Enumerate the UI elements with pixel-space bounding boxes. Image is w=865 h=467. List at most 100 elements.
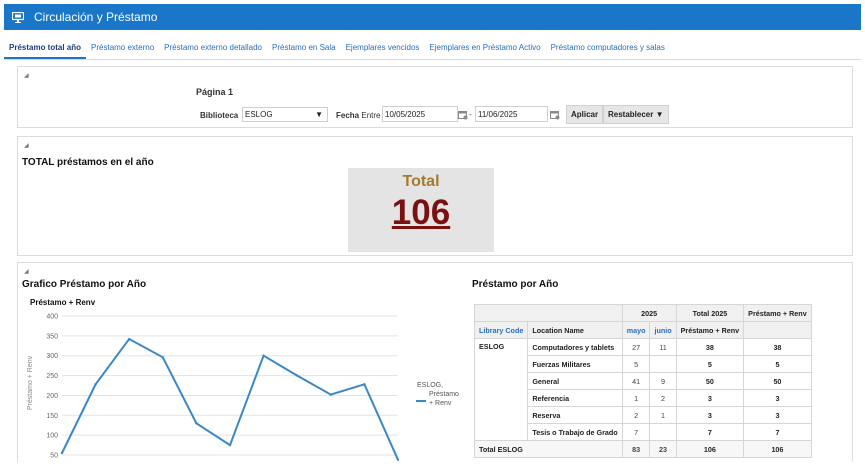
kpi-value[interactable]: 106 [348, 193, 494, 233]
cell-total: 3 [675, 406, 745, 424]
y-tick-label: 100 [46, 433, 58, 440]
pivot-table: 2025 Total 2025 Préstamo + Renv Library … [473, 304, 812, 458]
chevron-down-icon: ▼ [315, 110, 323, 119]
cell-measure: 50 [743, 372, 812, 390]
data-point[interactable] [128, 337, 131, 341]
data-point[interactable] [195, 422, 198, 425]
tab-prestamo-total-ano[interactable]: Préstamo total año [4, 40, 87, 59]
cell-mayo: 5 [621, 355, 651, 373]
cell-measure: 3 [743, 389, 812, 407]
apply-button[interactable]: Aplicar [566, 105, 604, 124]
kpi-tile: Total 106 [348, 168, 494, 252]
page-label: Página 1 [196, 87, 234, 97]
cell-mayo: 7 [621, 423, 651, 441]
library-select[interactable]: ESLOG ▼ [242, 107, 328, 122]
y-tick-label: 150 [46, 413, 58, 420]
line-chart: 40035030025020015010050 Préstamo + Renv … [27, 314, 459, 461]
date-to-input[interactable]: 11/06/2025 [475, 106, 548, 122]
total-year-header: Total 2025 [675, 304, 745, 322]
pivot-corner [474, 304, 623, 322]
cell-measure: 38 [743, 338, 812, 356]
total-mayo: 83 [621, 440, 651, 458]
y-tick-label: 200 [46, 393, 58, 400]
app-titlebar: Circulación y Préstamo [4, 4, 861, 30]
cell-junio: 9 [649, 372, 677, 390]
calendar-icon[interactable] [550, 110, 560, 120]
legend-label-2: Préstamo [429, 391, 459, 398]
cell-measure: 5 [743, 355, 812, 373]
tab-prestamo-externo-detallado[interactable]: Préstamo externo detallado [159, 40, 267, 59]
cell-junio: 2 [649, 389, 677, 407]
month-header-junio[interactable]: junio [649, 321, 677, 339]
tab-prestamo-en-sala[interactable]: Préstamo en Sala [267, 40, 341, 59]
location-cell: Reserva [527, 406, 623, 424]
location-cell: Computadores y tablets [527, 338, 623, 356]
library-value: ESLOG [245, 110, 273, 119]
library-code-header[interactable]: Library Code [473, 321, 529, 339]
y-tick-label: 250 [46, 373, 58, 380]
data-point[interactable] [296, 374, 299, 377]
cell-mayo: 2 [621, 406, 651, 424]
tab-ejemplares-vencidos[interactable]: Ejemplares vencidos [341, 40, 425, 59]
location-cell: Referencia [527, 389, 623, 407]
data-point[interactable] [228, 443, 232, 447]
data-point[interactable] [329, 393, 332, 396]
cell-total: 38 [675, 338, 745, 356]
data-point[interactable] [363, 383, 366, 386]
y-tick-label: 50 [50, 453, 58, 460]
cell-measure: 7 [743, 423, 812, 441]
y-tick-label: 400 [46, 314, 58, 321]
cell-total: 7 [675, 423, 745, 441]
legend-label-1: ESLOG, [417, 382, 443, 389]
collapse-icon[interactable]: ◢ [24, 142, 29, 149]
y-tick-label: 300 [46, 353, 58, 360]
tab-ejemplares-prestamo-activo[interactable]: Ejemplares en Préstamo Activo [424, 40, 545, 59]
pivot-title: Préstamo por Año [472, 279, 559, 290]
year-header: 2025 [621, 304, 677, 322]
measure-header: Préstamo + Renv [743, 304, 812, 322]
between-label: Entre [361, 111, 381, 120]
cell-junio [649, 423, 677, 441]
month-header-mayo[interactable]: mayo [621, 321, 651, 339]
monitor-icon [12, 11, 24, 23]
tab-prestamo-computadores-salas[interactable]: Préstamo computadores y salas [546, 40, 670, 59]
library-label: Biblioteca [200, 111, 239, 120]
total-label: Total ESLOG [474, 440, 623, 458]
data-point[interactable] [94, 383, 97, 386]
location-name-header[interactable]: Location Name [527, 321, 623, 339]
total-junio: 23 [649, 440, 677, 458]
reset-button[interactable]: Restablecer ▼ [603, 105, 669, 124]
report-tabs: Préstamo total año Préstamo externo Prés… [4, 40, 861, 60]
data-point[interactable] [60, 451, 64, 455]
cell-total: 3 [675, 389, 745, 407]
cell-total: 5 [675, 355, 745, 373]
cell-mayo: 1 [621, 389, 651, 407]
section-title: TOTAL préstamos en el año [22, 157, 154, 168]
cell-mayo: 27 [621, 338, 651, 356]
sub-measure-header: Préstamo + Renv [675, 321, 745, 339]
total-total: 106 [675, 440, 745, 458]
cell-junio: 11 [649, 338, 677, 356]
y-axis-label: Préstamo + Renv [27, 355, 34, 410]
date-label: Fecha Entre [336, 111, 381, 120]
collapse-icon[interactable]: ◢ [24, 72, 29, 79]
series-line[interactable] [61, 337, 399, 461]
data-point[interactable] [262, 354, 265, 357]
table-row: ESLOG Computadores y tablets 27 11 38 38 [473, 338, 812, 441]
kpi-label: Total [402, 173, 440, 190]
y-tick-label: 350 [46, 333, 58, 340]
cell-junio: 1 [649, 406, 677, 424]
total-panel: ◢ TOTAL préstamos en el año Total 106 [17, 136, 853, 256]
cell-measure: 3 [743, 406, 812, 424]
data-point[interactable] [161, 356, 164, 359]
cell-junio [649, 355, 677, 373]
cell-total: 50 [675, 372, 745, 390]
location-cell: Fuerzas Militares [527, 355, 623, 373]
location-cell: Tesis o Trabajo de Grado [527, 423, 623, 441]
data-point[interactable] [396, 458, 400, 461]
library-cell: ESLOG [473, 338, 529, 441]
location-cell: General [527, 372, 623, 390]
calendar-icon[interactable] [458, 110, 468, 120]
tab-prestamo-externo[interactable]: Préstamo externo [86, 40, 159, 59]
date-from-input[interactable]: 10/05/2025 [382, 106, 458, 122]
